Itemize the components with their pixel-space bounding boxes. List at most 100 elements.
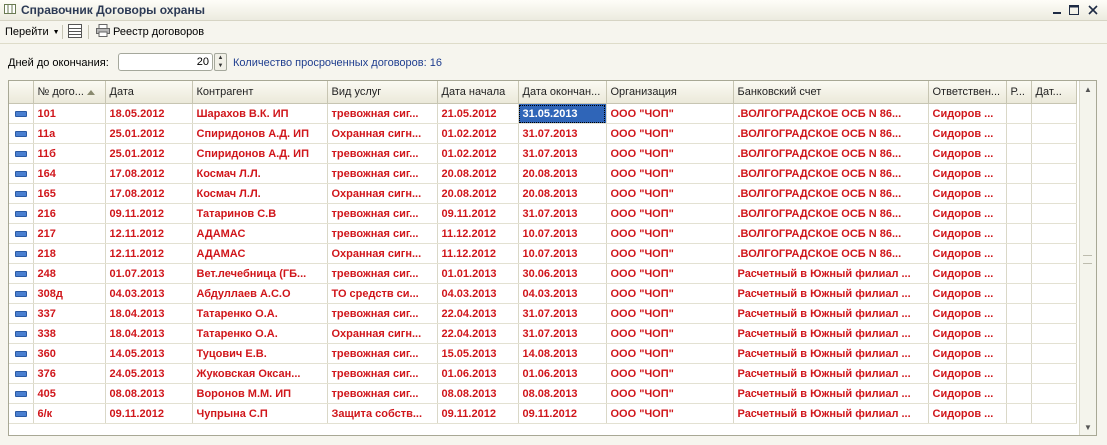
cell-responsible[interactable]: Сидоров ...: [928, 383, 1007, 404]
cell-start-date[interactable]: 22.04.2013: [437, 323, 519, 344]
list-settings-button[interactable]: [68, 23, 82, 40]
cell-r[interactable]: [1006, 403, 1032, 424]
cell-organization[interactable]: ООО "ЧОП": [606, 283, 734, 304]
spin-down-icon[interactable]: ▼: [215, 62, 226, 70]
row-icon-cell[interactable]: [9, 283, 34, 304]
table-row[interactable]: 308д 04.03.2013 Абдуллаев А.С.О ТО средств …: [9, 283, 1077, 304]
cell-dat[interactable]: [1031, 363, 1077, 384]
cell-service[interactable]: тревожная сиг...: [327, 143, 438, 164]
cell-organization[interactable]: ООО "ЧОП": [606, 103, 734, 124]
cell-dat[interactable]: [1031, 283, 1077, 304]
cell-bank-account[interactable]: .ВОЛГОГРАДСКОЕ ОСБ N 86...: [733, 103, 929, 124]
cell-service[interactable]: тревожная сиг...: [327, 223, 438, 244]
cell-date[interactable]: 09.11.2012: [105, 203, 193, 224]
cell-bank-account[interactable]: Расчетный в Южный филиал ...: [733, 363, 929, 384]
scroll-down-icon[interactable]: ▼: [1080, 419, 1096, 435]
cell-service[interactable]: Охранная сигн...: [327, 123, 438, 144]
cell-service[interactable]: Охранная сигн...: [327, 183, 438, 204]
cell-responsible[interactable]: Сидоров ...: [928, 183, 1007, 204]
cell-counterparty[interactable]: Чупрына С.П: [192, 403, 328, 424]
cell-r[interactable]: [1006, 243, 1032, 264]
cell-start-date[interactable]: 09.11.2012: [437, 203, 519, 224]
table-row[interactable]: 164 17.08.2012 Космач Л.Л. тревожная сиг...…: [9, 163, 1077, 184]
cell-start-date[interactable]: 22.04.2013: [437, 303, 519, 324]
cell-r[interactable]: [1006, 103, 1032, 124]
cell-end-date[interactable]: 31.07.2013: [518, 323, 607, 344]
cell-counterparty[interactable]: Татаринов С.В: [192, 203, 328, 224]
cell-r[interactable]: [1006, 283, 1032, 304]
cell-bank-account[interactable]: Расчетный в Южный филиал ...: [733, 263, 929, 284]
cell-responsible[interactable]: Сидоров ...: [928, 243, 1007, 264]
cell-organization[interactable]: ООО "ЧОП": [606, 323, 734, 344]
cell-dat[interactable]: [1031, 343, 1077, 364]
cell-r[interactable]: [1006, 383, 1032, 404]
cell-counterparty[interactable]: Спиридонов А.Д. ИП: [192, 143, 328, 164]
table-row[interactable]: 376 24.05.2013 Жуковская Оксан... тревожная…: [9, 363, 1077, 384]
cell-number[interactable]: 360: [33, 343, 106, 364]
table-row[interactable]: 6/к 09.11.2012 Чупрына С.П Защита собств...…: [9, 403, 1077, 424]
cell-r[interactable]: [1006, 163, 1032, 184]
row-icon-cell[interactable]: [9, 263, 34, 284]
cell-dat[interactable]: [1031, 383, 1077, 404]
cell-number[interactable]: 338: [33, 323, 106, 344]
col-number-header[interactable]: № дого...: [33, 81, 106, 104]
scroll-grip[interactable]: [1083, 255, 1092, 264]
cell-number[interactable]: 248: [33, 263, 106, 284]
cell-number[interactable]: 101: [33, 103, 106, 124]
cell-organization[interactable]: ООО "ЧОП": [606, 363, 734, 384]
cell-start-date[interactable]: 11.12.2012: [437, 243, 519, 264]
table-row[interactable]: 101 18.05.2012 Шарахов В.К. ИП тревожная си…: [9, 103, 1077, 124]
cell-counterparty[interactable]: Спиридонов А.Д. ИП: [192, 123, 328, 144]
cell-start-date[interactable]: 01.06.2013: [437, 363, 519, 384]
cell-r[interactable]: [1006, 183, 1032, 204]
cell-service[interactable]: тревожная сиг...: [327, 383, 438, 404]
row-icon-cell[interactable]: [9, 363, 34, 384]
cell-service[interactable]: тревожная сиг...: [327, 363, 438, 384]
cell-number[interactable]: 308д: [33, 283, 106, 304]
cell-counterparty[interactable]: Татаренко О.А.: [192, 323, 328, 344]
cell-counterparty[interactable]: Татаренко О.А.: [192, 303, 328, 324]
cell-counterparty[interactable]: АДАМАС: [192, 223, 328, 244]
vertical-scrollbar[interactable]: ▲ ▼: [1079, 81, 1096, 435]
cell-r[interactable]: [1006, 203, 1032, 224]
spin-up-icon[interactable]: ▲: [215, 54, 226, 62]
cell-start-date[interactable]: 21.05.2012: [437, 103, 519, 124]
cell-organization[interactable]: ООО "ЧОП": [606, 303, 734, 324]
cell-number[interactable]: 11б: [33, 143, 106, 164]
row-icon-cell[interactable]: [9, 143, 34, 164]
cell-organization[interactable]: ООО "ЧОП": [606, 343, 734, 364]
cell-r[interactable]: [1006, 343, 1032, 364]
row-icon-cell[interactable]: [9, 383, 34, 404]
cell-date[interactable]: 17.08.2012: [105, 183, 193, 204]
cell-r[interactable]: [1006, 363, 1032, 384]
row-icon-cell[interactable]: [9, 123, 34, 144]
cell-counterparty[interactable]: Туцович Е.В.: [192, 343, 328, 364]
cell-counterparty[interactable]: Жуковская Оксан...: [192, 363, 328, 384]
cell-organization[interactable]: ООО "ЧОП": [606, 163, 734, 184]
cell-organization[interactable]: ООО "ЧОП": [606, 243, 734, 264]
cell-number[interactable]: 11а: [33, 123, 106, 144]
cell-r[interactable]: [1006, 223, 1032, 244]
table-row[interactable]: 11а 25.01.2012 Спиридонов А.Д. ИП Охранная …: [9, 123, 1077, 144]
cell-responsible[interactable]: Сидоров ...: [928, 263, 1007, 284]
cell-organization[interactable]: ООО "ЧОП": [606, 183, 734, 204]
cell-end-date[interactable]: 10.07.2013: [518, 223, 607, 244]
cell-date[interactable]: 04.03.2013: [105, 283, 193, 304]
col-icon-header[interactable]: [9, 81, 34, 104]
cell-number[interactable]: 6/к: [33, 403, 106, 424]
cell-service[interactable]: тревожная сиг...: [327, 303, 438, 324]
cell-dat[interactable]: [1031, 223, 1077, 244]
cell-organization[interactable]: ООО "ЧОП": [606, 123, 734, 144]
cell-end-date[interactable]: 01.06.2013: [518, 363, 607, 384]
cell-end-date[interactable]: 30.06.2013: [518, 263, 607, 284]
cell-date[interactable]: 18.04.2013: [105, 323, 193, 344]
row-icon-cell[interactable]: [9, 103, 34, 124]
cell-organization[interactable]: ООО "ЧОП": [606, 403, 734, 424]
cell-service[interactable]: тревожная сиг...: [327, 343, 438, 364]
scroll-up-icon[interactable]: ▲: [1080, 81, 1096, 97]
cell-start-date[interactable]: 09.11.2012: [437, 403, 519, 424]
cell-end-date[interactable]: 04.03.2013: [518, 283, 607, 304]
col-responsible-header[interactable]: Ответствен...: [928, 81, 1007, 104]
col-end-date-header[interactable]: Дата окончан...: [518, 81, 607, 104]
cell-start-date[interactable]: 01.02.2012: [437, 123, 519, 144]
